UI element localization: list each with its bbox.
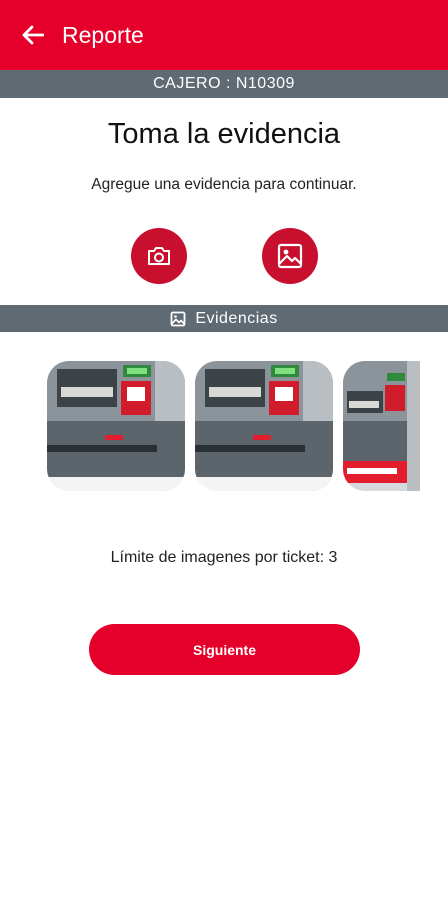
image-gallery-icon xyxy=(277,243,303,269)
back-button[interactable] xyxy=(20,22,46,48)
image-limit-text: Límite de imagenes por ticket: 3 xyxy=(110,549,338,566)
gallery-button[interactable] xyxy=(262,228,318,284)
image-icon xyxy=(170,311,186,327)
evidencias-label: Evidencias xyxy=(195,309,278,327)
page-title: Reporte xyxy=(62,21,144,48)
cajero-header: CAJERO : N10309 xyxy=(0,70,448,98)
next-button[interactable]: Siguiente xyxy=(89,624,360,675)
evidence-thumbnail[interactable] xyxy=(47,361,185,491)
arrow-left-icon xyxy=(22,25,44,45)
cajero-label: CAJERO : N10309 xyxy=(153,75,295,92)
camera-icon xyxy=(148,247,170,265)
evidence-thumbnails xyxy=(47,361,420,491)
evidence-heading: Toma la evidencia xyxy=(107,118,341,150)
camera-button[interactable] xyxy=(131,228,187,284)
evidence-subtitle: Agregue una evidencia para continuar. xyxy=(91,176,357,193)
evidence-thumbnail[interactable] xyxy=(343,361,420,491)
evidencias-header: Evidencias xyxy=(0,305,448,332)
evidence-thumbnail[interactable] xyxy=(195,361,333,491)
app-bar: Reporte xyxy=(0,0,448,70)
